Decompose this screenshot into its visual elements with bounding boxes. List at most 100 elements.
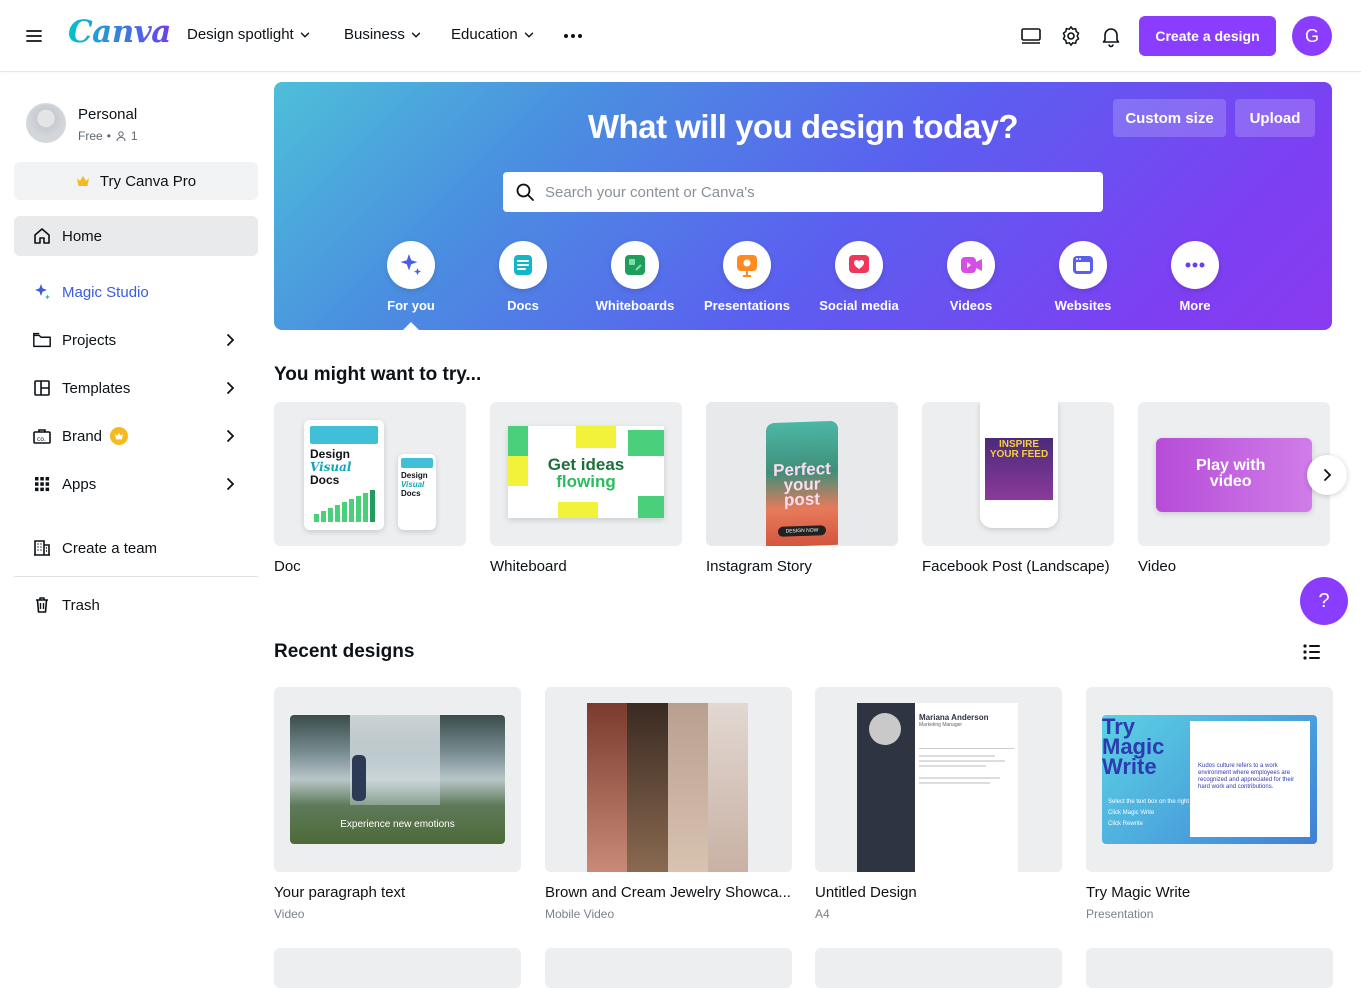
create-design-button[interactable]: Create a design <box>1139 16 1276 56</box>
nav-label: Education <box>451 26 518 43</box>
chevron-right-icon <box>1324 469 1332 481</box>
category-social-media[interactable]: Social media <box>811 241 907 313</box>
video-thumb-text: Play with <box>1196 457 1266 474</box>
nav-education[interactable]: Education <box>451 26 536 43</box>
recent-design-card-partial[interactable] <box>1086 948 1333 988</box>
facebook-thumbnail: INSPIRE YOUR FEED <box>922 402 1114 546</box>
custom-size-button[interactable]: Custom size <box>1113 99 1226 137</box>
category-for-you[interactable]: For you <box>363 241 459 313</box>
category-label: Videos <box>949 298 993 313</box>
category-presentations[interactable]: Presentations <box>699 241 795 313</box>
try-card-whiteboard[interactable]: Get ideas flowing Whiteboard <box>490 402 682 575</box>
recent-design-type: Mobile Video <box>545 907 615 921</box>
building-icon <box>34 540 50 556</box>
recent-design-card[interactable]: Experience new emotions Your paragraph t… <box>274 687 521 921</box>
sidebar-item-apps[interactable]: Apps <box>14 464 258 504</box>
search-bar[interactable] <box>503 172 1103 212</box>
sidebar-item-brand[interactable]: co. Brand <box>14 416 258 456</box>
doc-thumbnail: Design Visual Docs Design Visual Docs <box>274 402 466 546</box>
nav-business[interactable]: Business <box>344 26 423 43</box>
story-thumbnail: Perfect your post DESIGN NOW <box>706 402 898 546</box>
chevron-down-icon <box>524 32 533 38</box>
category-label: For you <box>387 298 435 313</box>
recent-thumbnail: Mariana Anderson Marketing Manager <box>815 687 1062 872</box>
try-card-facebook-post[interactable]: INSPIRE YOUR FEED Facebook Post (Landsca… <box>922 402 1114 575</box>
recent-design-card-partial[interactable] <box>545 948 792 988</box>
magic-thumb-body: Kudos culture refers to a work environme… <box>1190 721 1310 837</box>
doc-thumb-title: Docs <box>401 489 421 498</box>
sidebar-item-templates[interactable]: Templates <box>14 368 258 408</box>
canva-logo[interactable]: Canva <box>68 14 171 50</box>
sidebar-item-label: Home <box>62 227 103 245</box>
recent-design-card[interactable]: Mariana Anderson Marketing Manager Untit… <box>815 687 1062 921</box>
sidebar-item-home[interactable]: Home <box>14 216 258 256</box>
desktop-app-icon[interactable] <box>1019 24 1043 48</box>
nav-label: Design spotlight <box>187 26 294 43</box>
video-icon <box>961 257 982 273</box>
category-websites[interactable]: Websites <box>1035 241 1131 313</box>
website-icon <box>1073 256 1093 274</box>
category-more[interactable]: More <box>1147 241 1243 313</box>
facebook-thumb-text: YOUR FEED <box>989 449 1049 460</box>
account-plan: Free <box>78 129 103 143</box>
try-card-label: Instagram Story <box>706 558 812 575</box>
recent-design-card[interactable]: Try Magic Write Select the text box on t… <box>1086 687 1333 921</box>
nav-design-spotlight[interactable]: Design spotlight <box>187 26 312 43</box>
try-canva-pro-button[interactable]: Try Canva Pro <box>14 162 258 200</box>
bell-icon[interactable] <box>1099 24 1123 48</box>
account-members: 1 <box>130 129 138 143</box>
category-docs[interactable]: Docs <box>475 241 571 313</box>
help-button[interactable]: ? <box>1300 577 1348 625</box>
category-label: Whiteboards <box>595 298 675 313</box>
sparkle-icon <box>35 284 50 300</box>
user-avatar[interactable]: G <box>1292 16 1332 56</box>
magic-thumb-text: Write <box>1102 754 1157 779</box>
sparkle-icon <box>400 254 422 276</box>
try-card-instagram-story[interactable]: Perfect your post DESIGN NOW Instagram S… <box>706 402 898 575</box>
category-label: Websites <box>1054 298 1112 313</box>
doc-thumb-title: Visual <box>401 480 425 489</box>
apps-grid-icon <box>35 477 50 492</box>
sidebar-item-projects[interactable]: Projects <box>14 320 258 360</box>
try-pro-label: Try Canva Pro <box>99 172 197 190</box>
presentation-icon <box>737 255 757 277</box>
menu-icon[interactable] <box>22 24 46 48</box>
category-videos[interactable]: Videos <box>923 241 1019 313</box>
upload-button[interactable]: Upload <box>1235 99 1315 137</box>
try-card-video[interactable]: Play with video Video <box>1138 402 1330 575</box>
category-whiteboards[interactable]: Whiteboards <box>587 241 683 313</box>
gear-icon[interactable] <box>1059 24 1083 48</box>
carousel-next-button[interactable] <box>1307 455 1347 495</box>
sidebar-item-trash[interactable]: Trash <box>14 585 258 625</box>
sidebar-item-create-team[interactable]: Create a team <box>14 528 258 568</box>
nav-label: Business <box>344 26 405 43</box>
recent-design-card[interactable]: Brown and Cream Jewelry Showca... Mobile… <box>545 687 792 921</box>
docs-icon <box>514 255 532 275</box>
try-card-doc[interactable]: Design Visual Docs Design Visual Docs Do… <box>274 402 466 575</box>
sidebar-divider <box>14 576 258 577</box>
recent-design-type: Presentation <box>1086 907 1154 921</box>
account-name[interactable]: Personal <box>78 106 137 123</box>
recent-design-type: A4 <box>815 907 830 921</box>
recent-design-title: Brown and Cream Jewelry Showca... <box>545 884 791 901</box>
account-avatar[interactable] <box>26 103 66 143</box>
category-label: Presentations <box>704 298 790 313</box>
search-input[interactable] <box>545 183 1085 201</box>
more-nav-icon[interactable] <box>561 24 585 48</box>
selected-category-pointer <box>403 322 419 330</box>
magic-thumb-step: Select the text box on the right <box>1108 799 1190 805</box>
account-subtitle: Free • 1 <box>78 129 138 143</box>
recent-design-card-partial[interactable] <box>815 948 1062 988</box>
story-thumb-text: post <box>784 489 820 510</box>
recent-design-card-partial[interactable] <box>274 948 521 988</box>
chevron-down-icon <box>411 32 421 38</box>
sidebar-item-magic-studio[interactable]: Magic Studio <box>14 272 258 312</box>
sidebar-item-label: Magic Studio <box>62 283 149 301</box>
folder-icon <box>33 332 51 348</box>
category-label: Social media <box>819 298 899 313</box>
list-view-icon[interactable] <box>1300 640 1324 664</box>
resume-thumb-role: Marketing Manager <box>919 722 963 728</box>
more-dots-icon <box>1185 262 1205 268</box>
sidebar-item-label: Create a team <box>62 539 158 557</box>
video-thumbnail: Play with video <box>1138 402 1330 546</box>
